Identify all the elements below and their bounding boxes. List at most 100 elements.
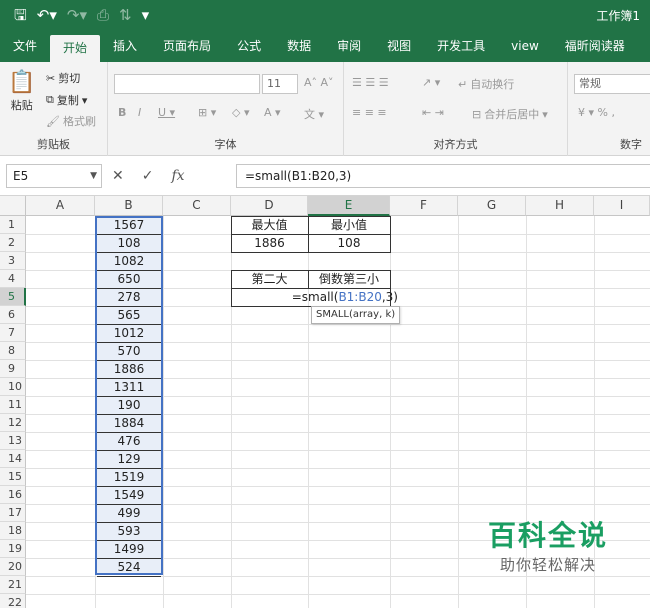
cell-b[interactable]: 1884 bbox=[97, 415, 161, 433]
formula-input[interactable]: =small(B1:B20,3) bbox=[236, 164, 650, 188]
italic-button[interactable]: I bbox=[138, 106, 141, 119]
cell-b[interactable]: 1082 bbox=[97, 253, 161, 271]
cell-b[interactable]: 129 bbox=[97, 451, 161, 469]
cell-b[interactable]: 1549 bbox=[97, 487, 161, 505]
print-preview-icon[interactable]: ⎙ bbox=[97, 5, 109, 25]
sort-icon[interactable]: ⇅ bbox=[119, 5, 132, 25]
row-header[interactable]: 13 bbox=[0, 432, 26, 450]
font-size-combo[interactable]: 11 bbox=[262, 74, 298, 94]
format-painter-button[interactable]: 🖌 格式刷 bbox=[46, 113, 96, 129]
number-format-combo[interactable]: 常规 bbox=[574, 74, 650, 94]
cell-b[interactable]: 565 bbox=[97, 307, 161, 325]
row-header[interactable]: 8 bbox=[0, 342, 26, 360]
row-header[interactable]: 6 bbox=[0, 306, 26, 324]
cell-d4[interactable]: 第二大 bbox=[231, 270, 308, 288]
row-header[interactable]: 14 bbox=[0, 450, 26, 468]
row-header[interactable]: 2 bbox=[0, 234, 26, 252]
cell-e4[interactable]: 倒数第三小 bbox=[308, 270, 390, 288]
tab-view[interactable]: 视图 bbox=[374, 30, 424, 62]
enter-icon[interactable]: ✓ bbox=[142, 168, 154, 184]
cell-b[interactable]: 1519 bbox=[97, 469, 161, 487]
name-box[interactable]: E5 ▼ bbox=[6, 164, 102, 188]
cell-b[interactable]: 278 bbox=[97, 289, 161, 307]
orientation-button[interactable]: ↗ ▾ bbox=[422, 76, 440, 89]
fill-color-button[interactable]: ◇ ▾ bbox=[232, 106, 249, 119]
font-color-button[interactable]: A ▾ bbox=[264, 106, 281, 119]
tab-insert[interactable]: 插入 bbox=[100, 30, 150, 62]
cell-d1[interactable]: 最大值 bbox=[231, 216, 308, 234]
row-header[interactable]: 15 bbox=[0, 468, 26, 486]
cell-b[interactable]: 1886 bbox=[97, 361, 161, 379]
tab-formulas[interactable]: 公式 bbox=[224, 30, 274, 62]
row-header[interactable]: 22 bbox=[0, 594, 26, 608]
font-name-combo[interactable] bbox=[114, 74, 260, 94]
customize-qat-icon[interactable]: ▾ bbox=[142, 5, 150, 25]
column-header-f[interactable]: F bbox=[390, 196, 458, 216]
row-header[interactable]: 21 bbox=[0, 576, 26, 594]
column-header-h[interactable]: H bbox=[526, 196, 594, 216]
tab-view-en[interactable]: view bbox=[498, 30, 552, 62]
cell-b[interactable]: 1012 bbox=[97, 325, 161, 343]
row-header[interactable]: 18 bbox=[0, 522, 26, 540]
cell-b[interactable]: 1499 bbox=[97, 541, 161, 559]
row-header[interactable]: 12 bbox=[0, 414, 26, 432]
align-top-buttons[interactable]: ☰ ☰ ☰ bbox=[352, 76, 389, 89]
cell-b[interactable]: 108 bbox=[97, 235, 161, 253]
row-header[interactable]: 20 bbox=[0, 558, 26, 576]
align-left-buttons[interactable]: ≡ ≡ ≡ bbox=[352, 106, 387, 119]
row-header[interactable]: 16 bbox=[0, 486, 26, 504]
tab-file[interactable]: 文件 bbox=[0, 30, 50, 62]
cell-b[interactable]: 476 bbox=[97, 433, 161, 451]
function-tooltip[interactable]: SMALL(array, k) bbox=[311, 306, 401, 324]
cell-e1[interactable]: 最小值 bbox=[308, 216, 390, 234]
save-icon[interactable]: 🖫 bbox=[14, 5, 27, 25]
column-header-b[interactable]: B bbox=[95, 196, 163, 216]
column-header-g[interactable]: G bbox=[458, 196, 526, 216]
cut-button[interactable]: ✂ 剪切 bbox=[46, 70, 80, 86]
row-header[interactable]: 10 bbox=[0, 378, 26, 396]
tab-foxit[interactable]: 福昕阅读器 bbox=[552, 30, 638, 62]
row-header[interactable]: 11 bbox=[0, 396, 26, 414]
row-header[interactable]: 3 bbox=[0, 252, 26, 270]
tab-developer[interactable]: 开发工具 bbox=[424, 30, 498, 62]
merge-center-button[interactable]: ⊟ 合并后居中 ▾ bbox=[472, 106, 548, 122]
column-header-a[interactable]: A bbox=[26, 196, 95, 216]
cancel-icon[interactable]: ✕ bbox=[112, 168, 124, 184]
cell-b[interactable]: 650 bbox=[97, 271, 161, 289]
wrap-text-button[interactable]: ↵ 自动换行 bbox=[458, 76, 514, 92]
row-header[interactable]: 5 bbox=[0, 288, 26, 306]
tab-review[interactable]: 审阅 bbox=[324, 30, 374, 62]
row-header[interactable]: 7 bbox=[0, 324, 26, 342]
row-header[interactable]: 19 bbox=[0, 540, 26, 558]
column-header-c[interactable]: C bbox=[163, 196, 231, 216]
indent-buttons[interactable]: ⇤ ⇥ bbox=[422, 106, 444, 119]
bold-button[interactable]: B bbox=[118, 106, 126, 119]
cell-d2[interactable]: 1886 bbox=[231, 234, 308, 252]
tab-page-layout[interactable]: 页面布局 bbox=[150, 30, 224, 62]
tab-data[interactable]: 数据 bbox=[274, 30, 324, 62]
paste-button[interactable]: 📋 粘贴 bbox=[8, 70, 35, 113]
column-header-e[interactable]: E bbox=[308, 196, 390, 216]
cell-b[interactable]: 499 bbox=[97, 505, 161, 523]
row-header[interactable]: 1 bbox=[0, 216, 26, 234]
cell-b[interactable]: 593 bbox=[97, 523, 161, 541]
row-header[interactable]: 17 bbox=[0, 504, 26, 522]
grow-font-button[interactable]: A˄ A˅ bbox=[304, 76, 334, 89]
cell-b[interactable]: 524 bbox=[97, 559, 161, 577]
column-header-i[interactable]: I bbox=[594, 196, 650, 216]
copy-button[interactable]: ⧉ 复制 ▾ bbox=[46, 92, 87, 108]
cell-b[interactable]: 570 bbox=[97, 343, 161, 361]
border-button[interactable]: ⊞ ▾ bbox=[198, 106, 216, 119]
column-header-d[interactable]: D bbox=[231, 196, 308, 216]
cell-b[interactable]: 1567 bbox=[97, 217, 161, 235]
cell-b[interactable]: 190 bbox=[97, 397, 161, 415]
underline-button[interactable]: U ▾ bbox=[158, 106, 175, 119]
cell-b[interactable]: 1311 bbox=[97, 379, 161, 397]
select-all-corner[interactable] bbox=[0, 196, 26, 216]
insert-function-icon[interactable]: fx bbox=[171, 168, 184, 184]
undo-icon[interactable]: ↶▾ bbox=[37, 5, 57, 25]
phonetic-button[interactable]: 文 ▾ bbox=[304, 106, 324, 122]
cell-e2[interactable]: 108 bbox=[308, 234, 390, 252]
percent-button[interactable]: ¥ ▾ % , bbox=[578, 106, 615, 119]
cell-e5-editing[interactable]: =small(B1:B20,3) bbox=[231, 288, 400, 306]
